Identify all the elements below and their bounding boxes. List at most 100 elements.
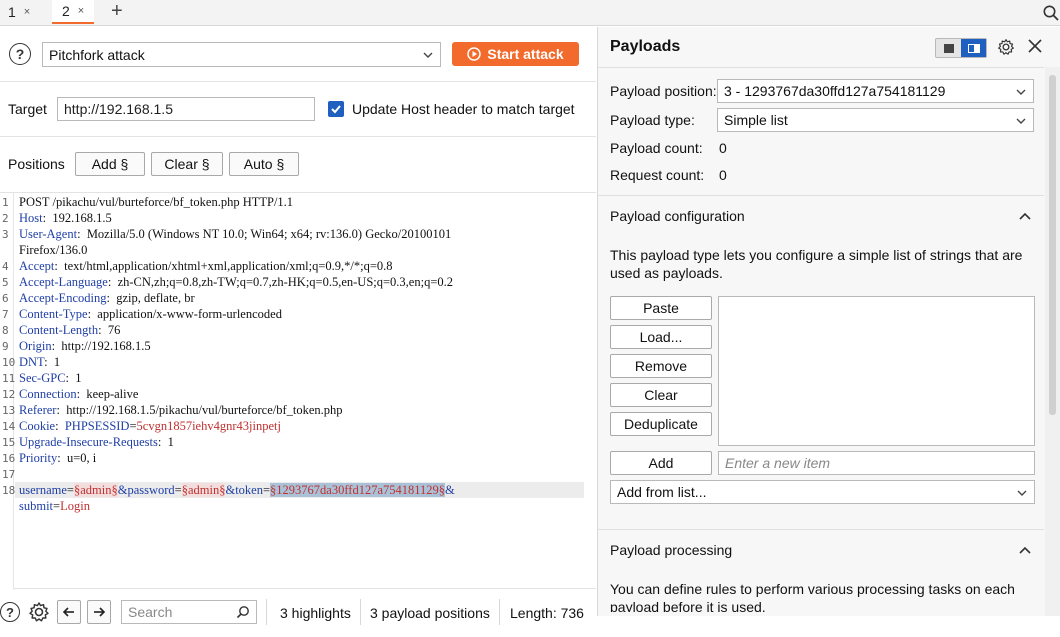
- layout-toggle[interactable]: [935, 38, 987, 58]
- line-gutter: 1 2 3 4 5 6 7 8 9 10 11 12 13 14 15 16 1…: [0, 193, 16, 590]
- payload-position-marker[interactable]: §admin§: [73, 483, 118, 497]
- highlights-count: 3 highlights: [280, 605, 351, 621]
- header-value: http://192.168.1.5: [61, 339, 151, 353]
- auto-position-button[interactable]: Auto §: [229, 152, 299, 176]
- header-value: application/x-www-form-urlencoded: [97, 307, 282, 321]
- payload-list[interactable]: [718, 296, 1035, 446]
- new-item-input[interactable]: Enter a new item: [718, 451, 1035, 475]
- help-icon[interactable]: ?: [9, 43, 31, 65]
- gear-icon[interactable]: [28, 601, 50, 623]
- close-icon[interactable]: [1028, 39, 1042, 53]
- target-label: Target: [8, 101, 47, 117]
- header-line: Priority: u=0, i: [19, 451, 97, 465]
- header-name: Accept-Encoding: [19, 291, 107, 305]
- header-line: Content-Type: application/x-www-form-url…: [19, 307, 282, 321]
- payloads-title: Payloads: [610, 38, 681, 55]
- start-attack-label: Start attack: [487, 46, 564, 62]
- tab-2-close-icon[interactable]: ×: [78, 5, 84, 17]
- payload-position-marker-selected[interactable]: §1293767da30ffd127a754181129§: [270, 483, 446, 497]
- previous-button[interactable]: [57, 600, 81, 624]
- payload-type-select[interactable]: Simple list: [717, 108, 1034, 132]
- request-count-value: 0: [719, 167, 727, 183]
- line-number: 4: [2, 260, 9, 273]
- header-value: http://192.168.1.5/pikachu/vul/burteforc…: [66, 403, 343, 417]
- search-input[interactable]: Search: [121, 600, 257, 624]
- tab-1-close-icon[interactable]: ×: [24, 6, 30, 18]
- payload-processing-title: Payload processing: [610, 542, 733, 558]
- header-name: Content-Length: [19, 323, 99, 337]
- divider: [0, 136, 596, 137]
- param-name: username: [19, 483, 67, 497]
- payload-configuration-description: This payload type lets you configure a s…: [610, 247, 1023, 281]
- target-input[interactable]: http://192.168.1.5: [57, 97, 315, 121]
- add-position-button[interactable]: Add §: [75, 152, 145, 176]
- paste-button[interactable]: Paste: [610, 296, 712, 320]
- payload-position-label: Payload position:: [610, 83, 717, 99]
- line-number: 9: [2, 340, 9, 353]
- tab-2[interactable]: 2 ×: [52, 0, 95, 24]
- request-line: POST /pikachu/vul/burteforce/bf_token.ph…: [19, 195, 294, 209]
- help-icon[interactable]: ?: [0, 602, 20, 622]
- new-tab-button[interactable]: +: [111, 0, 123, 24]
- tab-bar: 1 × 2 × +: [0, 0, 1060, 26]
- editor-status-bar: ? Search 3 highlights 3 payload position…: [0, 589, 596, 637]
- update-host-checkbox[interactable]: [328, 101, 344, 117]
- scrollbar[interactable]: [1045, 67, 1060, 616]
- remove-button[interactable]: Remove: [610, 354, 712, 378]
- attack-type-select[interactable]: Pitchfork attack: [42, 42, 441, 67]
- header-value: Mozilla/5.0 (Windows NT 10.0; Win64; x64…: [86, 227, 452, 241]
- deduplicate-button[interactable]: Deduplicate: [610, 412, 712, 436]
- new-item-placeholder: Enter a new item: [725, 455, 831, 471]
- start-attack-button[interactable]: Start attack: [452, 42, 579, 66]
- scrollbar-thumb[interactable]: [1049, 75, 1056, 415]
- load-button[interactable]: Load...: [610, 325, 712, 349]
- positions-label: Positions: [8, 156, 65, 172]
- header-name: Cookie: [19, 419, 56, 433]
- param-value: Login: [60, 499, 90, 513]
- header-value: u=0, i: [66, 451, 97, 465]
- header-name: Priority: [19, 451, 58, 465]
- divider: [598, 67, 1044, 68]
- header-value: gzip, deflate, br: [116, 291, 195, 305]
- line-number: 2: [2, 212, 9, 225]
- search-icon[interactable]: [1042, 4, 1060, 22]
- divider: [499, 599, 500, 625]
- header-name: Origin: [19, 339, 52, 353]
- target-value: http://192.168.1.5: [64, 101, 173, 117]
- add-from-list-select[interactable]: Add from list...: [610, 480, 1035, 504]
- chevron-up-icon[interactable]: [1018, 210, 1032, 222]
- search-icon: [236, 606, 249, 619]
- update-host-label: Update Host header to match target: [352, 101, 575, 117]
- header-continuation: Firefox/136.0: [19, 243, 88, 257]
- line-number: 11: [2, 372, 16, 385]
- header-line: Host: 192.168.1.5: [19, 211, 112, 225]
- payload-position-select[interactable]: 3 - 1293767da30ffd127a754181129: [717, 79, 1034, 103]
- header-line: Sec-GPC: 1: [19, 371, 82, 385]
- header-name: Referer: [19, 403, 57, 417]
- payload-position-marker[interactable]: §admin§: [181, 483, 226, 497]
- add-button[interactable]: Add: [610, 451, 712, 475]
- header-line: Content-Length: 76: [19, 323, 121, 337]
- header-name: Content-Type: [19, 307, 88, 321]
- clear-button[interactable]: Clear: [610, 383, 712, 407]
- header-name: DNT: [19, 355, 45, 369]
- clear-positions-button[interactable]: Clear §: [151, 152, 223, 176]
- chevron-up-icon[interactable]: [1018, 544, 1032, 556]
- header-line: Accept-Encoding: gzip, deflate, br: [19, 291, 195, 305]
- payload-type-label: Payload type:: [610, 112, 695, 128]
- chevron-down-icon: [1016, 89, 1026, 95]
- header-line: Cookie: PHPSESSID=5cvgn1857iehv4gnr43jin…: [19, 419, 281, 433]
- next-button[interactable]: [87, 600, 111, 624]
- tab-1[interactable]: 1 ×: [8, 0, 30, 24]
- layout-vertical-icon[interactable]: [961, 39, 986, 57]
- payload-count-label: Payload count:: [610, 140, 703, 156]
- check-icon: [331, 105, 341, 114]
- settings-gear-icon[interactable]: [997, 38, 1015, 56]
- line-number: 14: [2, 420, 16, 433]
- request-editor[interactable]: 1 2 3 4 5 6 7 8 9 10 11 12 13 14 15 16 1…: [0, 192, 596, 590]
- header-name: Accept: [19, 259, 55, 273]
- line-number: 5: [2, 276, 9, 289]
- layout-horizontal-icon[interactable]: [936, 39, 961, 57]
- divider: [360, 599, 361, 625]
- header-line: Connection: keep-alive: [19, 387, 139, 401]
